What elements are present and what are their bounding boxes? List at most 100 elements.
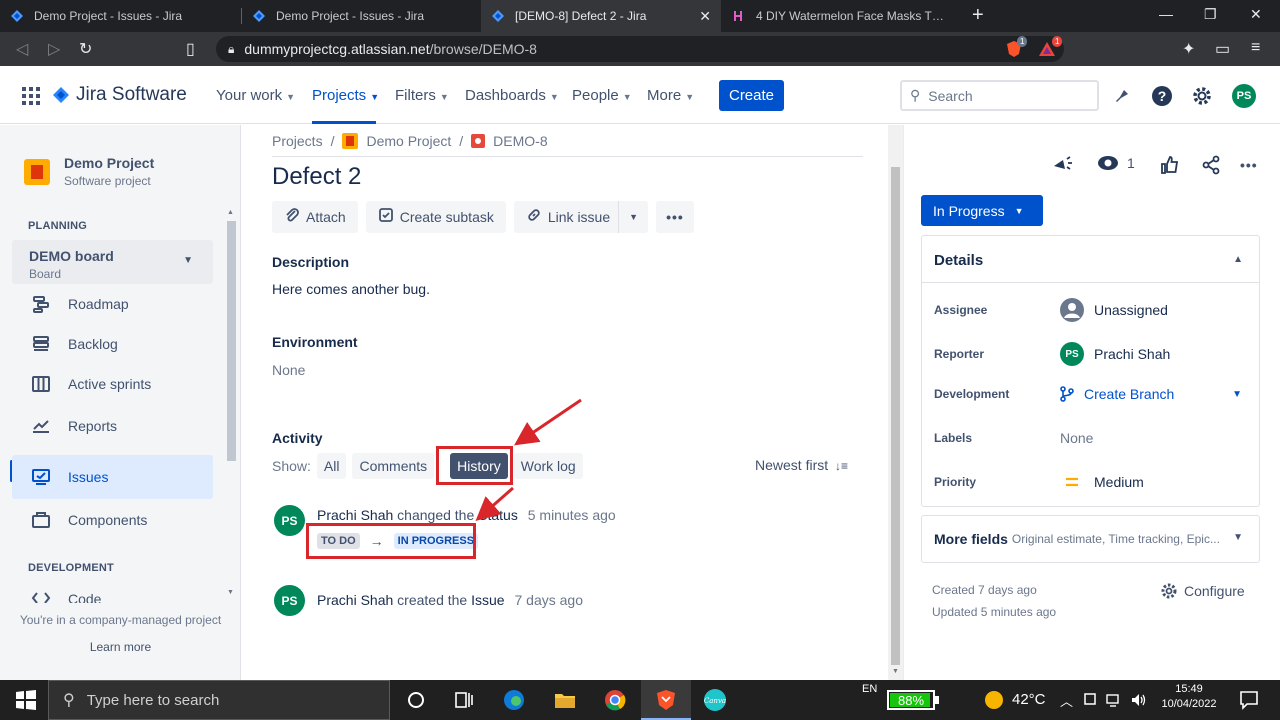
bookmark-icon[interactable]: ▯ bbox=[186, 39, 195, 59]
like-thumbs-up-icon[interactable] bbox=[1160, 155, 1180, 180]
reporter-value[interactable]: PS Prachi Shah bbox=[1060, 342, 1170, 366]
scroll-up-icon: ▲ bbox=[227, 209, 234, 216]
browser-tab-3-active[interactable]: [DEMO-8] Defect 2 - Jira ✕ bbox=[481, 0, 721, 32]
more-fields-section[interactable]: More fields Original estimate, Time trac… bbox=[921, 515, 1260, 563]
meet-now-icon[interactable] bbox=[1083, 692, 1097, 708]
labels-value[interactable]: None bbox=[1060, 430, 1093, 446]
project-header[interactable]: Demo Project Software project bbox=[24, 155, 154, 188]
feedback-megaphone-icon[interactable] bbox=[1051, 155, 1073, 180]
create-subtask-button[interactable]: Create subtask bbox=[365, 201, 506, 233]
share-icon[interactable] bbox=[1201, 155, 1221, 180]
cortana-icon[interactable] bbox=[404, 688, 428, 712]
breadcrumb-project[interactable]: Demo Project bbox=[366, 133, 451, 149]
chevron-up-icon[interactable]: ︿ bbox=[1060, 691, 1073, 710]
address-bar[interactable]: 🔒︎ dummyprojectcg.atlassian.net/browse/D… bbox=[216, 36, 1064, 62]
user-avatar[interactable]: PS bbox=[274, 585, 305, 616]
sidebar-item-reports[interactable]: Reports bbox=[12, 406, 213, 446]
sort-newest-first[interactable]: Newest first ↓≡ bbox=[755, 457, 848, 473]
volume-icon[interactable] bbox=[1130, 692, 1148, 708]
network-icon[interactable] bbox=[1106, 692, 1122, 708]
history-field: Issue bbox=[471, 592, 505, 608]
notification-center-icon[interactable] bbox=[1237, 688, 1261, 712]
menu-icon[interactable]: ≡ bbox=[1251, 39, 1260, 57]
wallet-icon[interactable]: ▭ bbox=[1215, 39, 1230, 59]
filter-all[interactable]: All bbox=[316, 453, 347, 479]
restore-icon[interactable]: ❐ bbox=[1204, 6, 1217, 23]
details-heading[interactable]: Details bbox=[934, 252, 983, 269]
chrome-icon[interactable] bbox=[603, 688, 627, 712]
user-avatar: PS bbox=[1060, 342, 1084, 366]
reload-icon[interactable]: ↻ bbox=[79, 39, 92, 59]
create-button[interactable]: Create bbox=[719, 80, 784, 111]
filter-comments[interactable]: Comments bbox=[352, 453, 435, 479]
settings-gear-icon[interactable] bbox=[1190, 84, 1214, 108]
filter-work-log[interactable]: Work log bbox=[513, 453, 583, 479]
status-dropdown-button[interactable]: In Progress ▼ bbox=[921, 195, 1043, 226]
sidebar-item-backlog[interactable]: Backlog bbox=[12, 324, 213, 364]
breadcrumb-projects[interactable]: Projects bbox=[272, 133, 323, 149]
nav-more[interactable]: More ▼ bbox=[647, 87, 694, 104]
nav-filters[interactable]: Filters ▼ bbox=[395, 87, 449, 104]
nav-projects[interactable]: Projects ▼ bbox=[312, 87, 379, 104]
close-window-icon[interactable]: ✕ bbox=[1250, 6, 1262, 23]
sidebar-item-code[interactable]: Code bbox=[12, 581, 213, 603]
help-icon[interactable]: ? bbox=[1150, 84, 1174, 108]
priority-value[interactable]: Medium bbox=[1060, 474, 1144, 490]
description-text[interactable]: Here comes another bug. bbox=[272, 281, 430, 297]
chevron-down-icon[interactable]: ▼ bbox=[1232, 389, 1242, 400]
nav-your-work[interactable]: Your work ▼ bbox=[216, 87, 295, 104]
clock[interactable]: 15:49 10/04/2022 bbox=[1158, 683, 1220, 710]
more-actions-button[interactable]: ••• bbox=[656, 201, 694, 233]
browser-tab-1[interactable]: Demo Project - Issues - Jira bbox=[0, 0, 240, 32]
sidebar-item-issues[interactable]: Issues bbox=[12, 455, 213, 499]
environment-value[interactable]: None bbox=[272, 362, 305, 378]
nav-people[interactable]: People ▼ bbox=[572, 87, 632, 104]
sidebar-item-roadmap[interactable]: Roadmap bbox=[12, 284, 213, 324]
link-issue-button[interactable]: Link issue bbox=[513, 201, 620, 233]
more-dots-icon[interactable]: ••• bbox=[1240, 157, 1258, 173]
file-explorer-icon[interactable] bbox=[553, 688, 577, 712]
watch-button[interactable]: 1 bbox=[1097, 155, 1135, 171]
taskbar-brave-active[interactable] bbox=[641, 680, 691, 720]
task-view-icon[interactable] bbox=[452, 688, 476, 712]
battery-indicator[interactable]: 88% bbox=[887, 690, 939, 710]
close-tab-icon[interactable]: ✕ bbox=[699, 8, 711, 25]
minimize-icon[interactable]: — bbox=[1159, 6, 1173, 22]
sidebar-scrollbar[interactable]: ▲ ▼ bbox=[225, 209, 238, 599]
windows-start-icon[interactable] bbox=[14, 688, 38, 712]
canva-icon[interactable]: Canva bbox=[703, 688, 727, 712]
browser-tab-4[interactable]: 4 DIY Watermelon Face Masks That Yo bbox=[722, 0, 960, 32]
history-user[interactable]: Prachi Shah bbox=[317, 507, 393, 523]
forward-icon[interactable]: ▷ bbox=[48, 39, 60, 59]
taskbar-search-input[interactable]: ⚲ Type here to search bbox=[48, 680, 390, 720]
sidebar-item-active-sprints[interactable]: Active sprints bbox=[12, 364, 213, 404]
create-branch-link[interactable]: Create Branch bbox=[1060, 386, 1174, 402]
sidebar-item-components[interactable]: Components bbox=[12, 500, 213, 540]
user-avatar[interactable]: PS bbox=[1232, 84, 1256, 108]
new-tab-icon[interactable]: + bbox=[972, 4, 984, 26]
assignee-value[interactable]: Unassigned bbox=[1060, 298, 1168, 322]
notifications-icon[interactable] bbox=[1110, 84, 1134, 108]
user-avatar[interactable]: PS bbox=[274, 505, 305, 536]
search-input[interactable]: ⚲ Search bbox=[900, 80, 1099, 111]
attach-button[interactable]: Attach bbox=[272, 201, 358, 233]
configure-button[interactable]: Configure bbox=[1160, 582, 1245, 600]
issue-title[interactable]: Defect 2 bbox=[272, 163, 361, 191]
learn-more-link[interactable]: Learn more bbox=[0, 640, 241, 654]
edge-browser-icon[interactable] bbox=[502, 688, 526, 712]
weather-sun-icon[interactable] bbox=[982, 688, 1006, 712]
browser-tab-2[interactable]: Demo Project - Issues - Jira bbox=[242, 0, 480, 32]
temperature[interactable]: 42°C bbox=[1012, 691, 1046, 708]
jira-logo[interactable]: Jira Software bbox=[52, 84, 187, 106]
chevron-up-icon[interactable]: ▲ bbox=[1233, 254, 1243, 265]
app-switcher-icon[interactable] bbox=[22, 87, 40, 105]
link-issue-dropdown[interactable]: ▼ bbox=[619, 201, 649, 233]
back-icon[interactable]: ◁ bbox=[16, 39, 28, 59]
history-user[interactable]: Prachi Shah bbox=[317, 592, 393, 608]
extensions-icon[interactable]: ✦ bbox=[1182, 39, 1195, 59]
language-indicator[interactable]: EN bbox=[862, 683, 877, 695]
breadcrumb-issue-key[interactable]: DEMO-8 bbox=[493, 133, 547, 149]
main-scrollbar[interactable]: ▼ bbox=[888, 125, 903, 680]
nav-dashboards[interactable]: Dashboards ▼ bbox=[465, 87, 559, 104]
board-selector[interactable]: DEMO board Board ▼ bbox=[12, 240, 213, 284]
